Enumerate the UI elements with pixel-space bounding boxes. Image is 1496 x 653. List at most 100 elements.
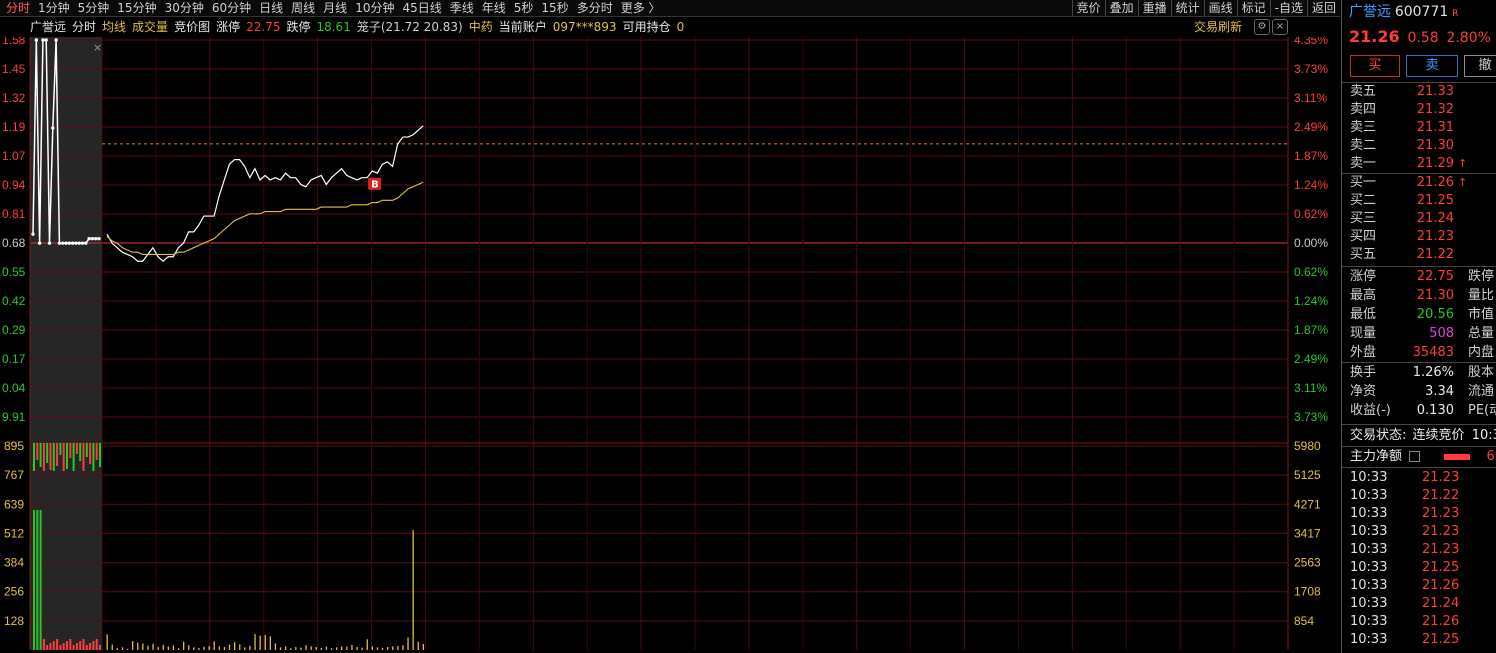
volume-bar [264,635,266,650]
tool-button-2[interactable]: 重播 [1137,0,1171,16]
settings-icon[interactable]: ⚙ [1254,19,1270,35]
divider [1342,362,1496,363]
ask-row[interactable]: 卖一 21.29 ↑ [1350,155,1496,173]
stat-label: 最低 [1350,307,1377,322]
volume-bar [397,646,399,650]
bid-row[interactable]: 买一 21.26 ↑ [1350,174,1496,192]
hold-value: 0 [676,20,685,34]
cancel-button[interactable]: 撤 [1464,55,1496,77]
tool-button-7[interactable]: 返回 [1306,0,1340,16]
pct-axis-label: 1.87% [1294,149,1328,163]
tick-row: 10:33 21.24 [1350,595,1496,613]
avg-line-label[interactable]: 均线 [102,17,126,37]
tool-button-1[interactable]: 叠加 [1104,0,1138,16]
volume-axis-label: 639 [4,497,24,511]
tab-16[interactable]: 更多 〉 [617,0,665,16]
auction-volume-bar [56,639,59,650]
tick-price: 21.24 [1422,596,1460,611]
limit-down-value: 18.61 [316,20,351,34]
tab-3[interactable]: 15分钟 [113,0,160,16]
auction-chart-label[interactable]: 竞价图 [174,17,210,37]
up-arrow-icon: ↑ [1458,157,1468,170]
tab-11[interactable]: 季线 [446,0,478,16]
auction-volume-bar [49,443,52,470]
tab-2[interactable]: 5分钟 [74,0,114,16]
volume-bar [305,645,307,650]
tool-button-0[interactable]: 竞价 [1071,0,1105,16]
price-axis-label: 1.07 [2,149,26,163]
buy-button[interactable]: 买 [1350,55,1400,77]
tab-9[interactable]: 10分钟 [351,0,398,16]
sector-label[interactable]: 中药 [469,17,493,37]
volume-label[interactable]: 成交量 [132,17,168,37]
tick-row: 10:33 21.23 [1350,469,1496,487]
tab-13[interactable]: 5秒 [510,0,538,16]
auction-volume-bar [69,639,72,650]
net-flow-menu-icon[interactable] [1409,451,1421,462]
tick-price: 21.26 [1422,614,1460,629]
trade-refresh-button[interactable]: 交易刷新 [1194,17,1242,37]
bid-row[interactable]: 买五 21.22 [1350,246,1496,264]
tick-price: 21.25 [1422,632,1460,647]
stat-row: 涨停 22.75 跌停 [1350,268,1496,286]
tool-button-3[interactable]: 统计 [1170,0,1204,16]
auction-volume-bar [79,443,82,461]
auction-point [84,241,88,245]
tab-7[interactable]: 周线 [287,0,319,16]
tool-button-6[interactable]: -自选 [1269,0,1307,16]
ask-row[interactable]: 卖三 21.31 [1350,119,1496,137]
volume-bar [387,647,389,650]
bid-price: 21.23 [1416,229,1454,244]
auction-volume-bar [69,443,72,458]
volume-bar [356,647,358,650]
net-flow-label: 主力净额 [1350,449,1403,464]
price-axis-label: 1.19 [2,120,26,134]
ask-row[interactable]: 卖二 21.30 [1350,137,1496,155]
bid-row[interactable]: 买三 21.24 [1350,210,1496,228]
tab-15[interactable]: 多分时 [573,0,617,16]
tab-8[interactable]: 月线 [319,0,351,16]
bid-row[interactable]: 买二 21.25 [1350,192,1496,210]
tick-row: 10:33 21.26 [1350,613,1496,631]
volume-bar [244,647,246,650]
auction-volume-bar [46,443,49,463]
close-icon[interactable]: × [1272,19,1288,35]
ask-row[interactable]: 卖五 21.33 [1350,83,1496,101]
stock-code: 600771 [1394,4,1449,20]
limit-up-value: 22.75 [246,20,281,34]
tool-button-5[interactable]: 标记 [1236,0,1270,16]
margin-tag: R [1452,9,1459,19]
tab-12[interactable]: 年线 [478,0,510,16]
tab-10[interactable]: 45日线 [398,0,445,16]
hold-label: 可用持仓 [622,20,671,34]
trade-status-label: 交易状态: [1350,428,1407,443]
ask-row[interactable]: 卖四 21.32 [1350,101,1496,119]
volume-bar [381,647,384,650]
auction-point [47,241,52,245]
bid-level: 买四 [1350,229,1377,244]
tool-button-4[interactable]: 画线 [1203,0,1237,16]
tab-1[interactable]: 1分钟 [34,0,74,16]
volume-bar [376,647,379,650]
stat-row: 现量 508 总量 [1350,325,1496,343]
tab-14[interactable]: 15秒 [537,0,572,16]
pct-axis-label: 4.35% [1294,37,1328,47]
divider [1342,467,1496,468]
tab-5[interactable]: 60分钟 [208,0,255,16]
tick-row: 10:33 21.23 [1350,523,1496,541]
auction-volume-bar [36,443,39,460]
bid-row[interactable]: 买四 21.23 [1350,228,1496,246]
sell-button[interactable]: 卖 [1406,55,1458,77]
tab-6[interactable]: 日线 [255,0,287,16]
volume-bar [346,646,348,650]
volume-bar [147,645,149,650]
price-axis-label: 0.94 [2,178,26,192]
auction-volume-bar [99,443,101,467]
fs-label[interactable]: 分时 [72,17,96,37]
tab-4[interactable]: 30分钟 [161,0,208,16]
tab-0[interactable]: 分时 [2,0,34,16]
volume-axis-label: 4271 [1294,497,1321,511]
auction-point [54,38,58,42]
tick-time: 10:33 [1350,524,1388,539]
intraday-chart[interactable]: × 1.58 1.45 1.32 1.19 1.07 0.94 0.81 0.68 0.55 0.4… [0,37,1340,653]
